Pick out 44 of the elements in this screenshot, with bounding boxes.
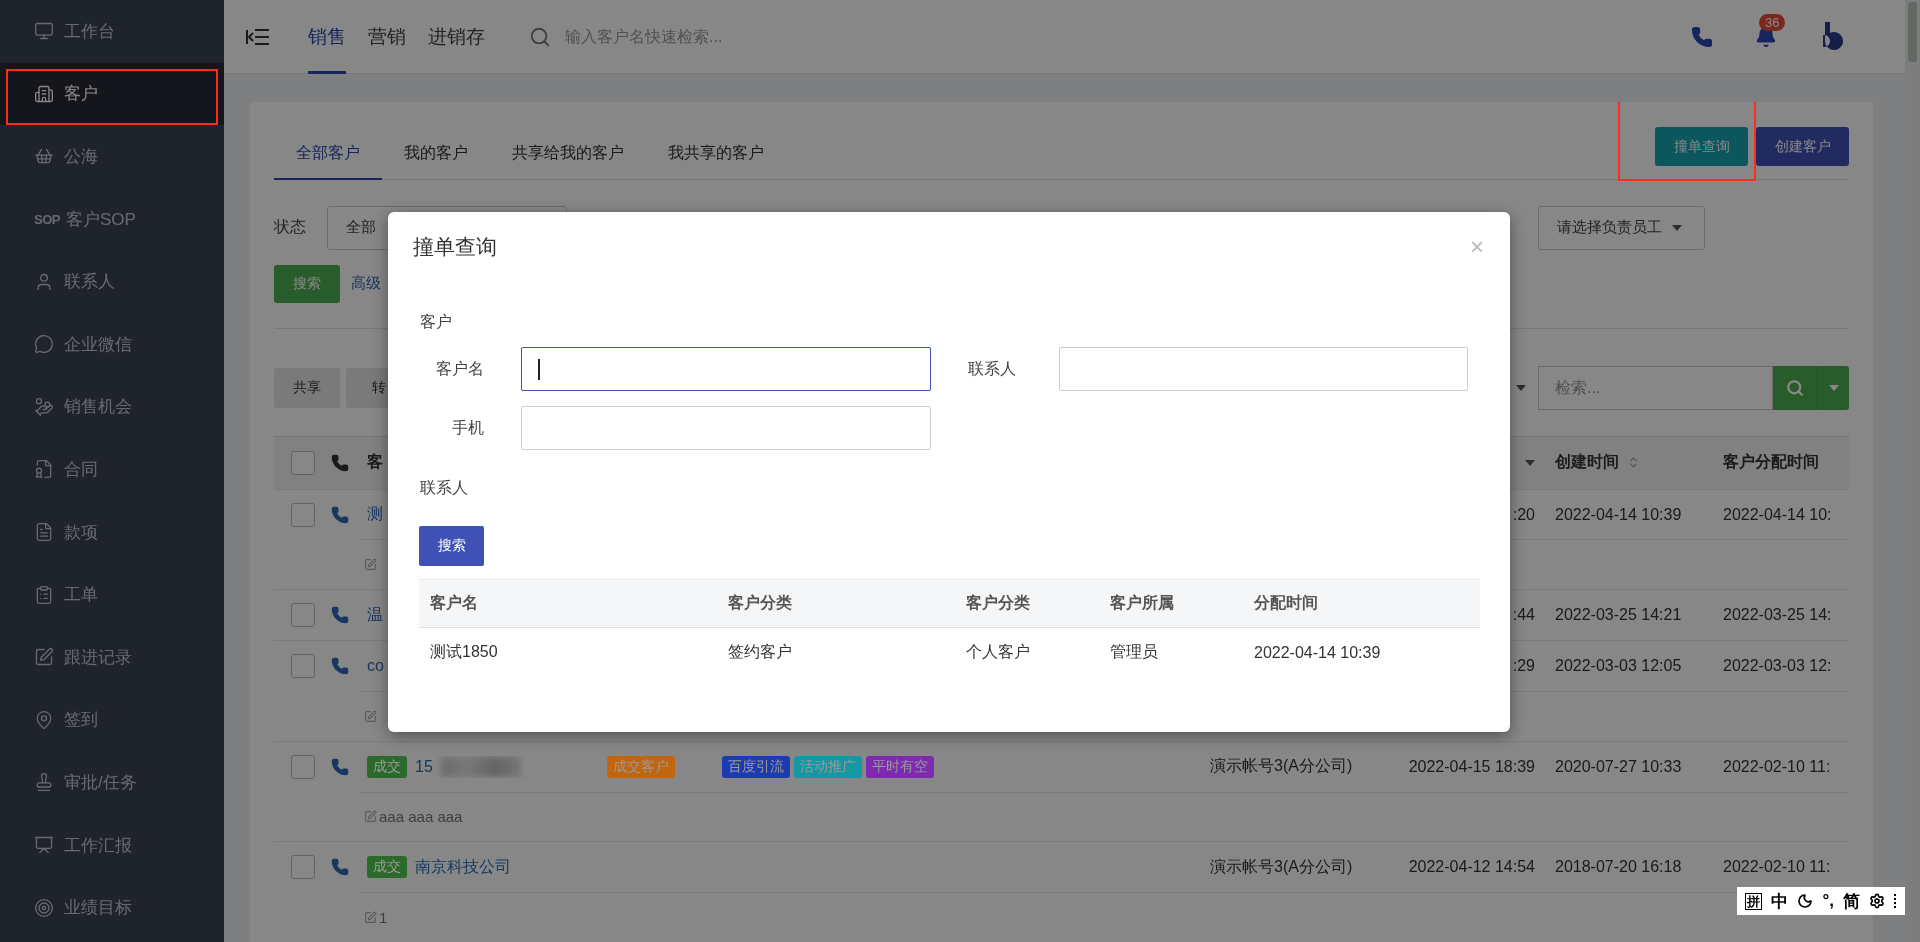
section-title: 客户: [419, 312, 453, 332]
notification-badge: 36: [1759, 13, 1786, 31]
table-cell: 2022-03-03 12:: [1723, 657, 1832, 675]
note-text: aaa aaa aaa: [379, 808, 463, 826]
field-label: 客户名: [435, 358, 485, 379]
table-cell: :44: [1512, 606, 1535, 625]
column-header: 客: [367, 452, 383, 473]
table-cell: 2022-03-03 12:05: [1555, 657, 1682, 675]
tag: 平时有空: [866, 755, 934, 778]
column-header: 客户分类: [727, 593, 793, 613]
section-title: 联系人: [419, 478, 469, 498]
table-cell-text: 测试1850: [429, 642, 499, 662]
dialog-title: 撞单查询: [413, 234, 497, 260]
table-cell: 2022-04-12 14:54: [1408, 858, 1535, 877]
tag: 百度引流: [722, 755, 790, 778]
category-tag: 成交客户: [607, 755, 675, 778]
tag: 活动推广: [794, 755, 862, 778]
table-cell: 2022-03-25 14:: [1723, 606, 1832, 625]
status-tag: 成交: [367, 856, 407, 879]
column-header: 客户名: [429, 593, 479, 613]
status-tag: 成交: [367, 755, 407, 778]
table-cell-text: 演示帐号3(A分公司): [1210, 856, 1353, 877]
table-cell: 2022-04-14 10:39: [1555, 505, 1682, 524]
table-cell: 2022-03-25 14:21: [1555, 606, 1682, 625]
table-cell: 2022-04-15 18:39: [1408, 757, 1535, 776]
table-cell-text: 管理员: [1109, 642, 1159, 662]
field-label: 手机: [451, 417, 485, 438]
column-header: 客户分类: [965, 593, 1031, 613]
table-cell: 2022-02-10 11:: [1723, 757, 1831, 776]
table-cell: :20: [1512, 505, 1535, 524]
table-cell-text: 签约客户: [727, 642, 793, 662]
table-cell-text: 演示帐号3(A分公司): [1210, 756, 1353, 777]
table-cell-text: 个人客户: [965, 642, 1031, 662]
table-cell: :29: [1512, 657, 1535, 675]
filter-label: 状态: [274, 217, 307, 238]
field-label: 联系人: [967, 358, 1017, 379]
table-cell: 2022-02-10 11:: [1723, 858, 1831, 877]
table-cell: 2020-07-27 10:33: [1555, 757, 1682, 776]
table-cell: 2018-07-20 16:18: [1555, 858, 1682, 877]
column-header: 客户所属: [1109, 593, 1175, 613]
table-cell: 2022-04-14 10:: [1723, 505, 1832, 524]
column-header: 分配时间: [1253, 593, 1319, 613]
table-cell-text: 2022-04-14 10:39: [1253, 643, 1382, 662]
note-text: 1: [379, 909, 388, 927]
